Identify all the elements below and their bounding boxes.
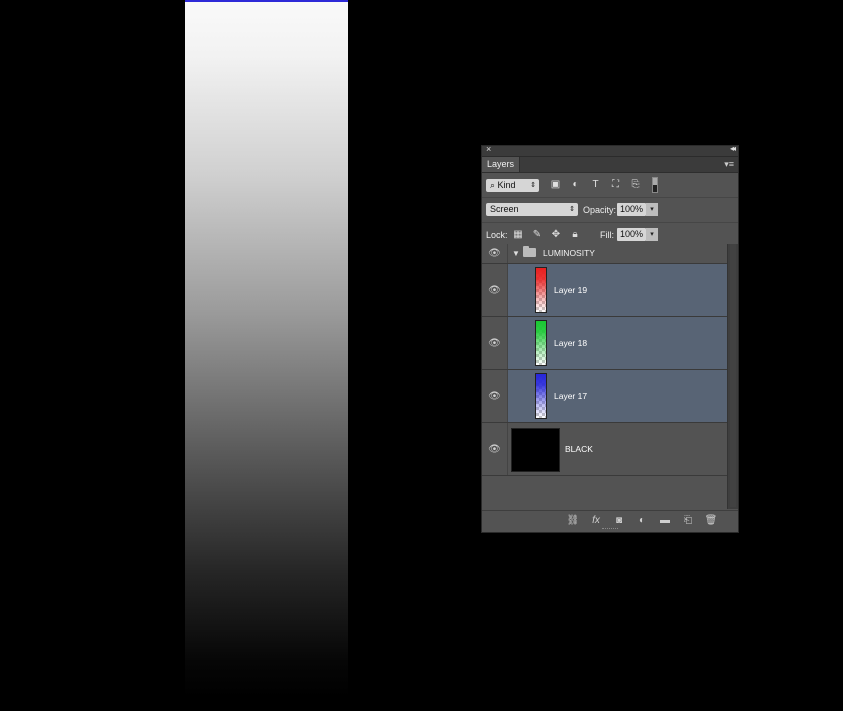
- smart-object-filter-icon[interactable]: ⎘: [628, 178, 643, 192]
- lock-label: Lock:: [486, 230, 508, 240]
- lock-transparency-icon[interactable]: ▦: [512, 229, 524, 241]
- lock-icons: ▦ ✎ ✥ 🔒︎: [512, 229, 581, 241]
- select-arrows-icon: ⇕: [569, 206, 575, 213]
- link-layers-icon[interactable]: ⛓︎: [566, 514, 580, 527]
- fill-dropdown-icon[interactable]: ▾: [646, 228, 658, 241]
- collapse-icon[interactable]: ◂◂: [730, 144, 736, 153]
- new-layer-icon[interactable]: ⎗: [681, 514, 695, 527]
- blend-mode-select[interactable]: Screen ⇕: [486, 203, 578, 216]
- layer-row-17[interactable]: 👁︎ Layer 17: [482, 370, 728, 423]
- layer-thumbnail: [535, 320, 547, 366]
- lock-all-icon[interactable]: 🔒︎: [569, 229, 581, 241]
- eye-icon[interactable]: 👁︎: [482, 370, 508, 422]
- delete-layer-icon[interactable]: 🗑︎: [704, 514, 718, 527]
- eye-icon[interactable]: 👁︎: [482, 244, 508, 263]
- lock-pixels-icon[interactable]: ✎: [531, 229, 543, 241]
- search-icon: ⌕: [490, 180, 498, 190]
- canvas-gradient-strip: [185, 0, 348, 697]
- fill-field[interactable]: 100%: [617, 228, 646, 241]
- fill-label: Fill:: [600, 230, 614, 240]
- blend-row: Screen ⇕ Opacity: 100% ▾: [482, 198, 738, 223]
- disclosure-triangle-icon[interactable]: ▼: [512, 249, 520, 258]
- layer-thumbnail: [535, 267, 547, 313]
- folder-icon: [523, 246, 536, 257]
- add-mask-icon[interactable]: ◙: [612, 514, 626, 527]
- close-icon[interactable]: ×: [486, 144, 491, 154]
- layer-thumbnail: [535, 373, 547, 419]
- image-filter-icon[interactable]: ▣: [548, 178, 563, 192]
- filter-icons: ▣ ◐ T ⛶ ⎘: [548, 178, 643, 192]
- panel-title-strip: × ◂◂: [482, 144, 738, 157]
- layer-name: LUMINOSITY: [543, 248, 595, 258]
- layer-thumbnail: [511, 428, 560, 472]
- new-group-icon[interactable]: ▬: [658, 514, 672, 527]
- layer-row-18[interactable]: 👁︎ Layer 18: [482, 317, 728, 370]
- resize-grip[interactable]: [602, 528, 618, 531]
- bottom-icons: ⛓︎ fx ◙ ◐ ▬ ⎗ 🗑︎: [566, 514, 718, 527]
- filter-kind-label: Kind: [497, 180, 516, 190]
- fx-icon[interactable]: fx: [589, 514, 603, 527]
- lock-position-icon[interactable]: ✥: [550, 229, 562, 241]
- panel-bottom-bar: ⛓︎ fx ◙ ◐ ▬ ⎗ 🗑︎: [482, 510, 738, 532]
- panel-tab-bar: Layers ▾≡: [482, 157, 738, 173]
- type-filter-icon[interactable]: T: [588, 178, 603, 192]
- eye-icon[interactable]: 👁︎: [482, 317, 508, 369]
- layer-row-19[interactable]: 👁︎ Layer 19: [482, 264, 728, 317]
- layer-group-luminosity[interactable]: 👁︎ ▼ LUMINOSITY: [482, 244, 728, 264]
- opacity-field[interactable]: 100%: [617, 203, 646, 216]
- layer-name: Layer 19: [554, 285, 588, 295]
- layer-name: Layer 17: [554, 391, 588, 401]
- layers-list: 👁︎ ▼ LUMINOSITY 👁︎ Layer 19 👁︎ Layer 18 …: [482, 244, 728, 509]
- adjustment-filter-icon[interactable]: ◐: [568, 178, 583, 192]
- new-adjustment-icon[interactable]: ◐: [635, 514, 649, 527]
- opacity-label: Opacity:: [583, 205, 617, 215]
- blend-mode-label: Screen: [490, 204, 519, 214]
- layer-name: BLACK: [565, 444, 593, 454]
- layers-scrollbar[interactable]: [727, 244, 738, 509]
- filter-row: ⌕ Kind ⇕ ▣ ◐ T ⛶ ⎘: [482, 173, 738, 198]
- shape-filter-icon[interactable]: ⛶: [608, 178, 623, 192]
- eye-icon[interactable]: 👁︎: [482, 264, 508, 316]
- filter-toggle-switch[interactable]: [652, 177, 658, 193]
- tab-layers[interactable]: Layers: [482, 157, 520, 172]
- layer-row-black[interactable]: 👁︎ BLACK: [482, 423, 728, 476]
- layers-panel: × ◂◂ Layers ▾≡ ⌕ Kind ⇕ ▣ ◐ T ⛶ ⎘ Screen…: [481, 144, 739, 533]
- filter-kind-select[interactable]: ⌕ Kind ⇕: [486, 179, 539, 192]
- select-arrows-icon: ⇕: [530, 182, 536, 189]
- eye-icon[interactable]: 👁︎: [482, 423, 508, 475]
- panel-menu-icon[interactable]: ▾≡: [724, 159, 734, 170]
- layer-name: Layer 18: [554, 338, 588, 348]
- opacity-dropdown-icon[interactable]: ▾: [646, 203, 658, 216]
